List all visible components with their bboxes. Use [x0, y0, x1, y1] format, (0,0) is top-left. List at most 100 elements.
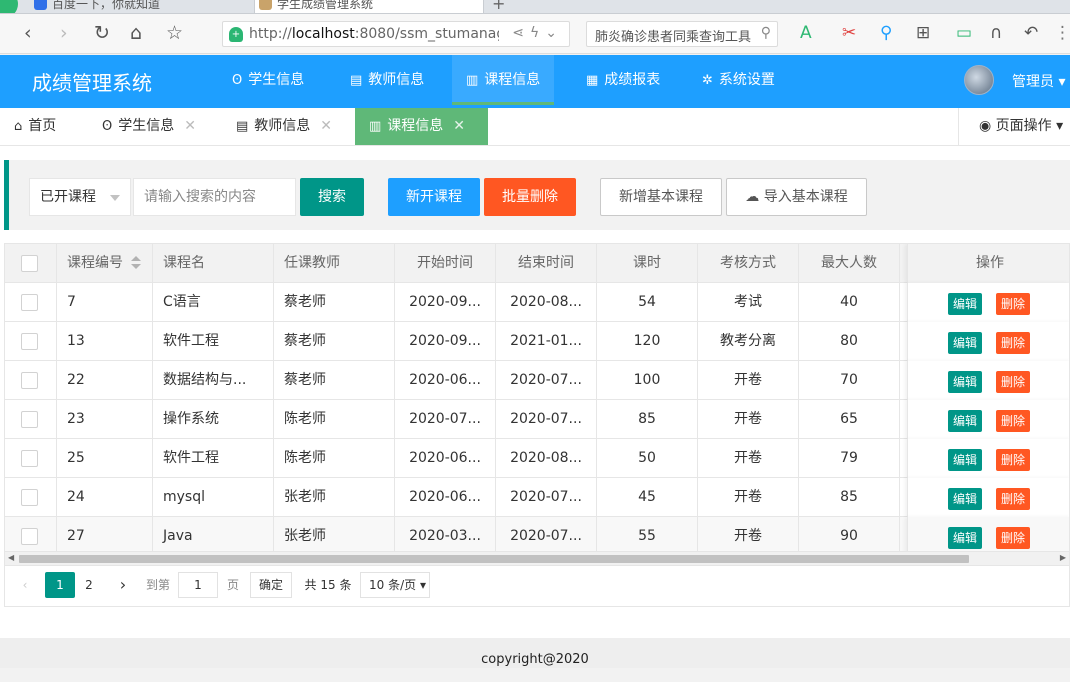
- table-row[interactable]: 25 软件工程 陈老师 2020-06... 2020-08... 50 开卷 79 编辑 删除: [5, 439, 1069, 478]
- delete-button[interactable]: 删除: [996, 371, 1030, 393]
- batch-delete-button[interactable]: 批量删除: [484, 178, 576, 216]
- cell-max-students: 65: [799, 400, 900, 439]
- url-actions-icon[interactable]: ⋖ϟ⌄: [512, 25, 563, 41]
- import-basic-course-button[interactable]: ☁ 导入基本课程: [726, 178, 867, 216]
- tab-student-info[interactable]: ʘ 学生信息 ✕: [88, 108, 210, 145]
- user-menu[interactable]: 管理员 ▾: [1012, 71, 1065, 91]
- table-row[interactable]: 27 Java 张老师 2020-03... 2020-07... 55 开卷 90 编辑 删除: [5, 517, 1069, 551]
- headphones-icon[interactable]: ∩: [990, 22, 1002, 44]
- dropdown-arrow-icon: [110, 195, 120, 201]
- nav-course-info[interactable]: ▥ 课程信息: [452, 55, 555, 105]
- home-icon[interactable]: ⌂: [130, 22, 142, 44]
- scissors-icon[interactable]: ✂: [842, 22, 856, 44]
- undo-icon[interactable]: ↶: [1024, 22, 1038, 44]
- nav-teacher-info[interactable]: ▤ 教师信息: [338, 55, 436, 105]
- edit-button[interactable]: 编辑: [948, 449, 982, 471]
- translate-icon[interactable]: A: [800, 22, 812, 44]
- table-row[interactable]: 23 操作系统 陈老师 2020-07... 2020-07... 85 开卷 65 编辑 删除: [5, 400, 1069, 439]
- page-unit-label: 页: [226, 578, 239, 592]
- delete-button[interactable]: 删除: [996, 488, 1030, 510]
- cell-course-name: C语言: [153, 283, 274, 322]
- select-all-checkbox[interactable]: [21, 255, 38, 272]
- row-select-cell: [5, 439, 57, 478]
- prev-page-icon[interactable]: ‹: [17, 572, 33, 598]
- browser-tab-active[interactable]: 学生成绩管理系统: [254, 0, 484, 13]
- footer-copyright: copyright@2020: [0, 638, 1070, 668]
- nav-grade-report[interactable]: ▦ 成绩报表: [574, 55, 672, 105]
- nav-system-settings[interactable]: ✲ 系统设置: [690, 55, 787, 105]
- col-end-time: 结束时间: [496, 244, 597, 283]
- table-row[interactable]: 7 C语言 蔡老师 2020-09... 2020-08... 54 考试 40 编辑 删除: [5, 283, 1069, 322]
- row-checkbox[interactable]: [21, 333, 38, 350]
- browser-tab[interactable]: 百度一下，你就知道: [30, 0, 250, 13]
- cell-hours: 85: [597, 400, 698, 439]
- browser-logo-icon[interactable]: [0, 0, 18, 13]
- row-checkbox[interactable]: [21, 528, 38, 545]
- delete-button[interactable]: 删除: [996, 449, 1030, 471]
- goto-confirm-button[interactable]: 确定: [250, 572, 293, 598]
- edit-button[interactable]: 编辑: [948, 488, 982, 510]
- delete-button[interactable]: 删除: [996, 410, 1030, 432]
- scroll-left-icon[interactable]: ◀: [8, 553, 14, 562]
- edit-button[interactable]: 编辑: [948, 293, 982, 315]
- edit-button[interactable]: 编辑: [948, 332, 982, 354]
- cell-exam-type: 开卷: [698, 400, 799, 439]
- tab-home[interactable]: ⌂ 首页: [0, 108, 70, 145]
- close-icon[interactable]: ✕: [320, 118, 332, 134]
- cell-exam-type: 教考分离: [698, 322, 799, 361]
- table-row[interactable]: 22 数据结构与... 蔡老师 2020-06... 2020-07... 100 开卷 70…: [5, 361, 1069, 400]
- nav-student-info[interactable]: ʘ 学生信息: [220, 55, 316, 105]
- search-icon[interactable]: ⚲: [761, 25, 771, 41]
- add-basic-course-button[interactable]: 新增基本课程: [600, 178, 722, 216]
- delete-button[interactable]: 删除: [996, 332, 1030, 354]
- close-icon[interactable]: ✕: [184, 118, 196, 134]
- table-row[interactable]: 24 mysql 张老师 2020-06... 2020-07... 45 开卷 85 编辑 删除: [5, 478, 1069, 517]
- forward-icon[interactable]: ›: [60, 22, 68, 44]
- next-page-icon[interactable]: ›: [115, 572, 131, 598]
- search-button[interactable]: 搜索: [300, 178, 364, 216]
- back-icon[interactable]: ‹: [24, 22, 32, 44]
- new-tab-icon[interactable]: +: [492, 0, 505, 13]
- browser-tab-strip: 百度一下，你就知道 学生成绩管理系统 +: [0, 0, 1070, 14]
- page-operations-menu[interactable]: ◉ 页面操作 ▾: [958, 108, 1070, 145]
- page-size-select[interactable]: 10 条/页 ▾: [360, 572, 430, 598]
- sort-icon[interactable]: [131, 256, 141, 270]
- row-checkbox[interactable]: [21, 411, 38, 428]
- new-course-button[interactable]: 新开课程: [388, 178, 480, 216]
- apps-grid-icon[interactable]: ⊞: [916, 22, 930, 44]
- bookmark-star-icon[interactable]: ☆: [166, 22, 183, 44]
- horizontal-scrollbar[interactable]: ◀ ▶: [4, 552, 1070, 566]
- delete-button[interactable]: 删除: [996, 293, 1030, 315]
- tab-course-info[interactable]: ▥ 课程信息 ✕: [355, 108, 488, 145]
- edit-button[interactable]: 编辑: [948, 527, 982, 549]
- edit-button[interactable]: 编辑: [948, 371, 982, 393]
- page-2[interactable]: 2: [81, 572, 97, 598]
- col-max-students: 最大人数: [799, 244, 900, 283]
- edit-button[interactable]: 编辑: [948, 410, 982, 432]
- tab-teacher-info[interactable]: ▤ 教师信息 ✕: [222, 108, 346, 145]
- address-bar[interactable]: + http://localhost:8080/ssm_stumanage ⋖ϟ…: [222, 21, 570, 47]
- more-icon[interactable]: ⋮: [1054, 22, 1070, 44]
- row-checkbox[interactable]: [21, 489, 38, 506]
- scrollbar-thumb[interactable]: [19, 555, 969, 563]
- delete-button[interactable]: 删除: [996, 527, 1030, 549]
- reload-icon[interactable]: ↻: [94, 22, 110, 44]
- col-course-id[interactable]: 课程编号: [57, 244, 153, 283]
- row-checkbox[interactable]: [21, 294, 38, 311]
- table-row[interactable]: 13 软件工程 蔡老师 2020-09... 2021-01... 120 教考分离 80 编辑…: [5, 322, 1069, 361]
- close-icon[interactable]: ✕: [453, 118, 465, 134]
- battery-icon[interactable]: ▭: [956, 22, 972, 44]
- row-checkbox[interactable]: [21, 372, 38, 389]
- app-logo-title: 成绩管理系统: [32, 71, 152, 95]
- search-input[interactable]: [133, 178, 296, 216]
- scroll-right-icon[interactable]: ▶: [1060, 553, 1066, 562]
- row-checkbox[interactable]: [21, 450, 38, 467]
- find-icon[interactable]: ⚲: [880, 22, 892, 44]
- cell-teacher: 张老师: [274, 478, 395, 517]
- page-1[interactable]: 1: [45, 572, 75, 598]
- goto-page-input[interactable]: 1: [178, 572, 218, 598]
- course-status-select[interactable]: 已开课程: [29, 178, 131, 216]
- cell-end-time: 2020-07...: [496, 361, 597, 400]
- browser-search-box[interactable]: 肺炎确诊患者同乘查询工具 ⚲: [586, 21, 778, 47]
- avatar[interactable]: [964, 65, 994, 95]
